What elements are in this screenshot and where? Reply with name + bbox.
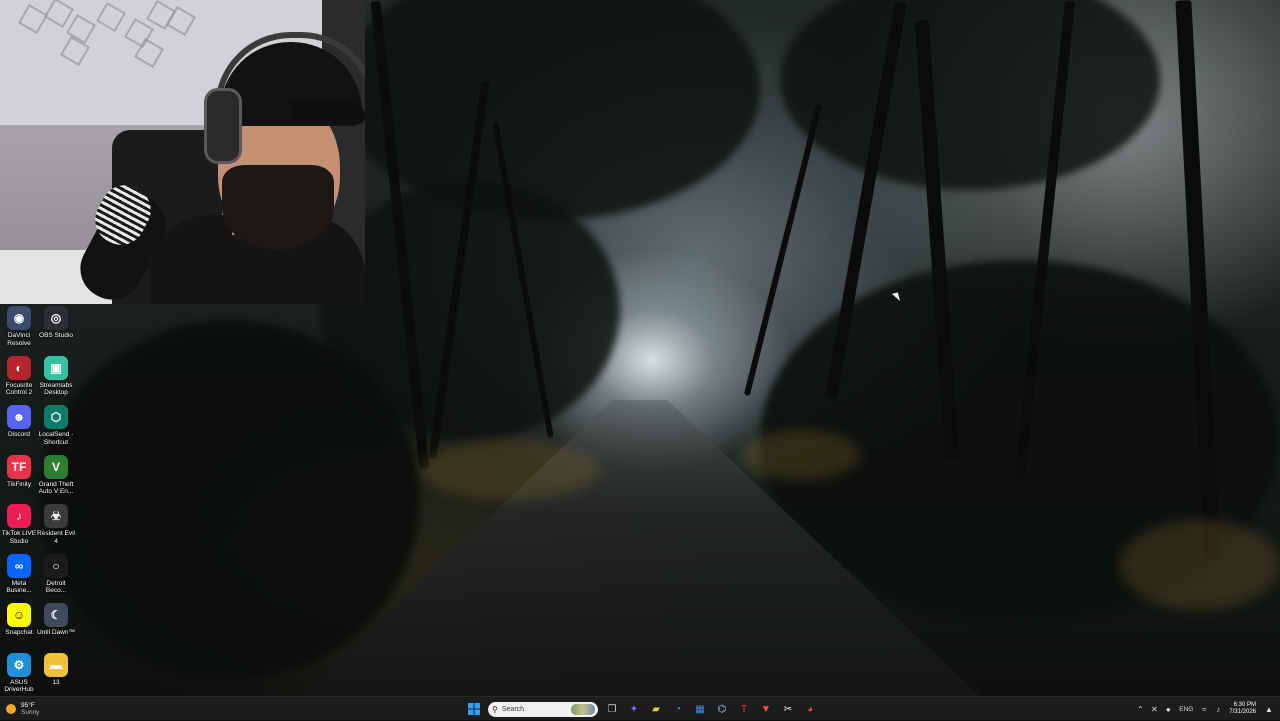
clock-time: 6:30 PM — [1233, 701, 1256, 708]
brave-icon[interactable]: ▼ — [758, 701, 774, 717]
detroit-icon: ○ — [44, 553, 68, 578]
windows-start-icon[interactable] — [466, 701, 482, 717]
desktop-icon[interactable]: ◐ Focusrite Control 2 — [0, 355, 38, 397]
focusrite-icon: ◐ — [7, 355, 31, 380]
desktop-icon[interactable]: V Grand Theft Auto V En... — [37, 454, 75, 496]
desktop-icon-label: Resident Evil 4 — [37, 530, 75, 545]
desktop-icon-label: Focusrite Control 2 — [5, 381, 33, 397]
sun-icon — [6, 704, 16, 714]
desktop-icon-label: Meta Busine... — [6, 579, 32, 595]
desktop-icon-label: Discord — [7, 431, 31, 438]
desktop-icon[interactable]: ⚙ ASUS DriverHub — [0, 652, 38, 694]
desktop-icon[interactable]: ☺ Snapchat — [0, 603, 38, 637]
desktop-icon-label: ASUS DriverHub — [4, 678, 34, 694]
file-explorer-icon[interactable]: ▰ — [648, 701, 664, 717]
folder-icon: ▬ — [44, 652, 68, 677]
desktop-icon-label: 13 — [52, 678, 60, 686]
desktop-icon-label: TikTok LIVE Studio — [1, 530, 37, 545]
desktop-icon-label: Grand Theft Auto V En... — [38, 480, 74, 496]
copilot-icon[interactable]: ✦ — [626, 701, 642, 717]
chrome-icon[interactable]: ◕ — [802, 701, 818, 717]
language-indicator[interactable]: ENG — [1175, 706, 1197, 713]
tikfinity-icon: TF — [7, 454, 31, 479]
obs-studio-icon: ◎ — [44, 306, 68, 330]
desktop-icon[interactable]: ▣ Streamlabs Desktop — [37, 355, 75, 397]
mic-icon[interactable]: ● — [1161, 705, 1175, 714]
search-placeholder: Search — [501, 705, 525, 713]
discord-icon: ☻ — [7, 405, 31, 429]
wifi-icon[interactable]: ≈ — [1197, 705, 1211, 714]
desktop-icon-label: TikFinity — [7, 480, 31, 488]
weather-condition: Sunny — [21, 709, 40, 716]
desktop-icon[interactable]: ∞ Meta Busine... — [0, 553, 38, 595]
streamlabs-icon: ▣ — [44, 355, 68, 380]
desktop-icon-label: DaVinci Resolve — [7, 332, 31, 347]
gta-v-icon: V — [44, 454, 68, 479]
desktop-icon[interactable]: ♪ TikTok LIVE Studio — [0, 504, 38, 545]
volume-icon[interactable]: ♪ — [1211, 705, 1225, 714]
desktop-icon[interactable]: ⬡ LocalSend - Shortcut — [37, 405, 75, 446]
notification-bell-icon[interactable]: ▲ — [1262, 705, 1276, 714]
desktop-icon[interactable]: ○ Detroit Beco... — [37, 553, 75, 595]
localsend-icon: ⬡ — [44, 405, 68, 429]
desktop-icon-label: Snapchat — [5, 629, 33, 636]
desktop-icon[interactable]: TF TikFinity — [0, 454, 38, 489]
search-highlight-image — [571, 703, 595, 715]
clock[interactable]: 6:30 PM 7/31/2026 — [1229, 702, 1256, 717]
taskbar: 95°F Sunny ⚲ Search ❐ ✦ ▰ ◔ ▦ ⌬ T ▼ ✂ ◕ ⌃ ✕ ● ENG… — [0, 696, 1280, 720]
desktop-icon[interactable]: ☣ Resident Evil 4 — [37, 504, 75, 545]
tikfinity-icon[interactable]: T — [736, 701, 752, 717]
clock-date: 7/31/2026 — [1229, 709, 1256, 715]
bluetooth-off-icon[interactable]: ✕ — [1147, 705, 1161, 714]
webcam-overlay — [0, 0, 365, 304]
resident-evil-icon: ☣ — [44, 504, 68, 528]
taskbar-search[interactable]: ⚲ Search — [488, 701, 598, 717]
desktop-icon-label: Detroit Beco... — [45, 579, 67, 595]
weather-widget[interactable]: 95°F Sunny — [6, 699, 39, 719]
tiktok-live-icon: ♪ — [7, 504, 31, 528]
desktop-icon[interactable]: ◉ DaVinci Resolve — [0, 306, 38, 347]
davinci-resolve-icon: ◉ — [7, 306, 31, 330]
edge-icon[interactable]: ◔ — [670, 701, 686, 717]
desktop-icon[interactable]: ▬ 13 — [37, 652, 75, 687]
weather-temp: 95°F — [21, 701, 35, 709]
desktop-icon-label: Until Dawn™ — [37, 629, 75, 636]
desktop-icon[interactable]: ☾ Until Dawn™ — [37, 603, 75, 637]
microsoft-store-icon[interactable]: ▦ — [692, 701, 708, 717]
chevron-up-icon[interactable]: ⌃ — [1133, 705, 1147, 714]
desktop-icon-label: OBS Studio — [39, 332, 73, 339]
desktop-icon[interactable]: ◎ OBS Studio — [37, 306, 75, 340]
system-tray: ⌃ ✕ ● ENG ≈ ♪ 6:30 PM 7/31/2026 ▲ — [1133, 697, 1280, 721]
search-icon: ⚲ — [492, 704, 498, 714]
until-dawn-icon: ☾ — [44, 603, 68, 627]
snapchat-icon: ☺ — [7, 603, 31, 627]
asus-driverhub-icon: ⚙ — [7, 652, 31, 677]
capcut-icon[interactable]: ✂ — [780, 701, 796, 717]
desktop-icon-label: Streamlabs Desktop — [39, 381, 73, 397]
meta-icon: ∞ — [7, 553, 31, 578]
desktop-icon[interactable]: ☻ Discord — [0, 405, 38, 439]
desktop-icon-label: LocalSend - Shortcut — [38, 431, 74, 446]
vscode-icon[interactable]: ⌬ — [714, 701, 730, 717]
task-view-icon[interactable]: ❐ — [604, 701, 620, 717]
taskbar-apps: ⚲ Search ❐ ✦ ▰ ◔ ▦ ⌬ T ▼ ✂ ◕ — [466, 699, 818, 719]
